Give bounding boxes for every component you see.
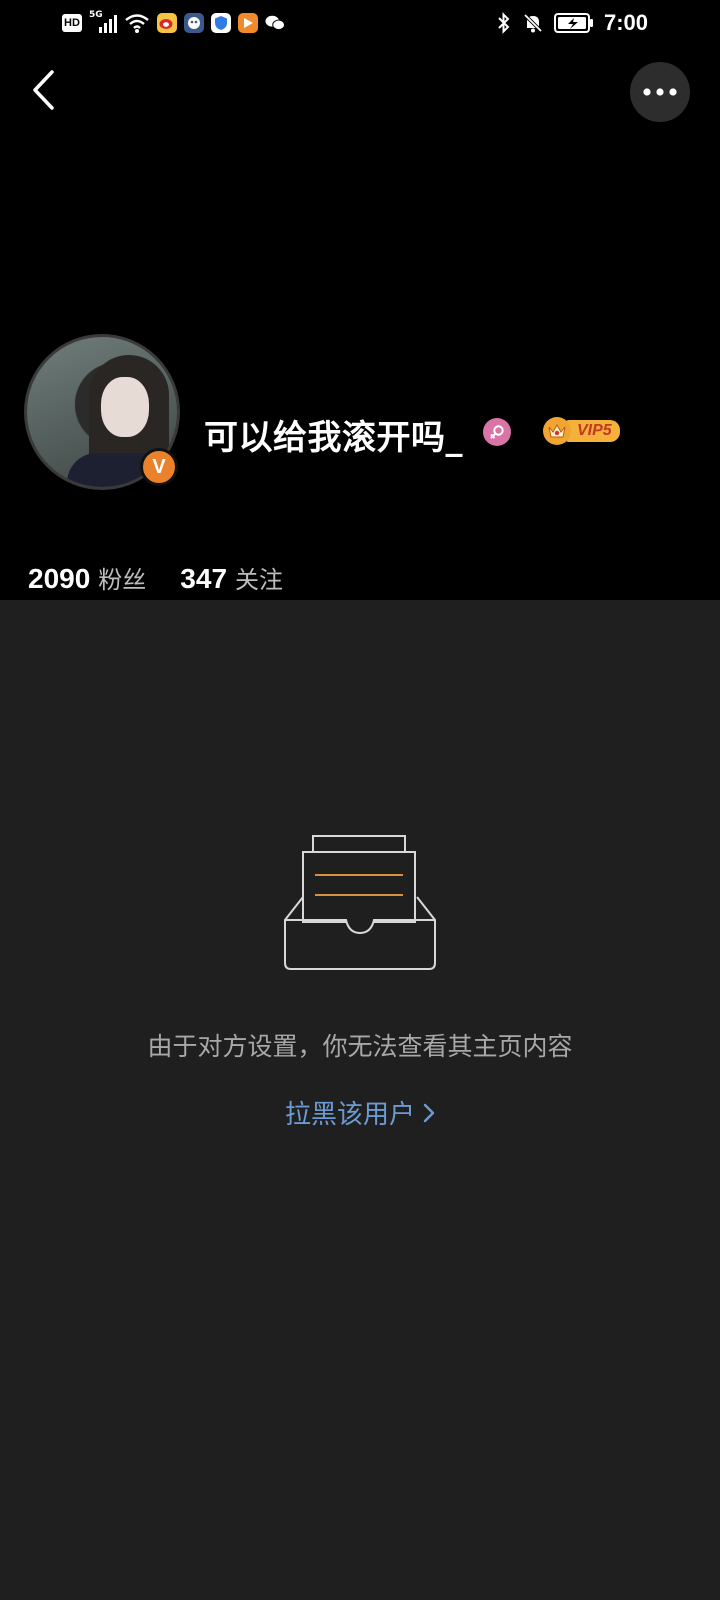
profile-screen: HD 5G 7:00 V 可以给我滚开吗_ VIP5 2090 粉丝 347 关… [0, 0, 720, 1600]
followers-count[interactable]: 2090 [28, 563, 90, 595]
privacy-notice: 由于对方设置，你无法查看其主页内容 [147, 1032, 573, 1061]
weibo-app-icon [157, 13, 177, 33]
bluetooth-icon [498, 12, 510, 34]
hd-icon: HD [62, 14, 82, 32]
profile-header: HD 5G 7:00 V 可以给我滚开吗_ VIP5 2090 粉丝 347 关… [0, 0, 720, 600]
block-user-label: 拉黑该用户 [284, 1100, 415, 1130]
profile-stats: 2090 粉丝 347 关注 [28, 560, 309, 595]
crown-icon [543, 417, 571, 445]
username: 可以给我滚开吗_ [204, 418, 463, 458]
female-gender-icon [483, 418, 511, 446]
following-count[interactable]: 347 [180, 563, 227, 595]
cellular-signal-icon: 5G [89, 10, 117, 34]
following-label[interactable]: 关注 [235, 560, 283, 595]
vip-badge[interactable]: VIP5 [543, 416, 620, 446]
followers-label[interactable]: 粉丝 [98, 560, 146, 595]
more-options-button[interactable] [630, 62, 690, 122]
video-app-icon [238, 13, 258, 33]
status-bar: HD 5G 7:00 [0, 0, 720, 50]
bell-muted-icon [523, 13, 543, 33]
status-bar-right: 7:00 [496, 10, 648, 36]
avatar-face [101, 377, 149, 437]
status-time: 7:00 [603, 10, 648, 35]
verified-badge: V [140, 448, 178, 486]
battery-charging-icon [553, 13, 593, 33]
bot-app-icon [184, 13, 204, 33]
chevron-right-icon [423, 1101, 435, 1131]
shield-app-icon [211, 13, 231, 33]
chevron-left-icon [33, 70, 54, 110]
vip-level-label: VIP5 [565, 420, 620, 442]
status-bar-left: HD 5G [62, 10, 285, 34]
wechat-app-icon [265, 13, 285, 33]
network-type-label: 5G [89, 10, 103, 20]
wifi-icon [125, 14, 149, 33]
empty-inbox-icon [283, 835, 437, 971]
back-button[interactable] [20, 66, 68, 114]
more-dots-icon [643, 88, 677, 96]
block-user-link[interactable]: 拉黑该用户 [0, 1094, 720, 1131]
